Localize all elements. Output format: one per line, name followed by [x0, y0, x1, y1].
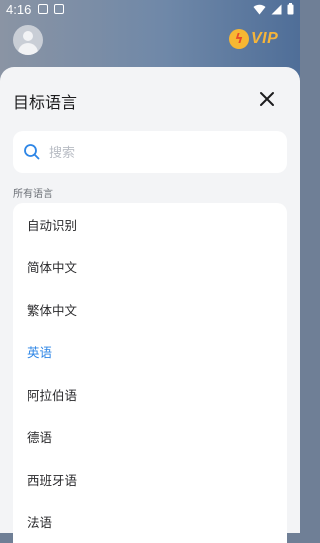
- language-item-auto[interactable]: 自动识别: [13, 203, 287, 246]
- language-list: 自动识别 简体中文 繁体中文 英语 阿拉伯语 德语 西班牙语 法语: [13, 203, 287, 543]
- status-right-icons: [253, 3, 294, 15]
- language-item-german[interactable]: 德语: [13, 416, 287, 459]
- status-left-icons: [38, 4, 64, 14]
- avatar-body: [18, 43, 38, 55]
- vip-label: VIP: [251, 30, 278, 48]
- language-item-traditional-chinese[interactable]: 繁体中文: [13, 288, 287, 331]
- language-item-english[interactable]: 英语: [13, 331, 287, 374]
- close-icon[interactable]: [257, 89, 277, 109]
- avatar[interactable]: [13, 25, 43, 55]
- language-item-arabic[interactable]: 阿拉伯语: [13, 373, 287, 416]
- language-item-french[interactable]: 法语: [13, 501, 287, 543]
- search-input[interactable]: [47, 131, 281, 175]
- status-time: 4:16: [6, 2, 31, 17]
- app-notification-icon: [54, 4, 64, 14]
- status-bar: 4:16: [0, 0, 300, 20]
- search-box[interactable]: [13, 131, 287, 173]
- vip-badge[interactable]: ϟ VIP: [229, 29, 278, 49]
- signal-icon: [271, 4, 282, 15]
- lightning-icon: ϟ: [229, 29, 249, 49]
- search-icon: [23, 143, 41, 161]
- wifi-icon: [253, 4, 266, 15]
- language-item-simplified-chinese[interactable]: 简体中文: [13, 246, 287, 289]
- language-picker-sheet: 目标语言 所有语言 自动识别 简体中文 繁体中文 英语 阿拉伯语 德语 西班牙语…: [0, 67, 300, 533]
- section-label: 所有语言: [13, 185, 53, 200]
- language-item-spanish[interactable]: 西班牙语: [13, 458, 287, 501]
- avatar-head: [23, 31, 33, 41]
- sheet-title: 目标语言: [13, 89, 77, 113]
- image-notification-icon: [38, 4, 48, 14]
- battery-icon: [287, 3, 294, 15]
